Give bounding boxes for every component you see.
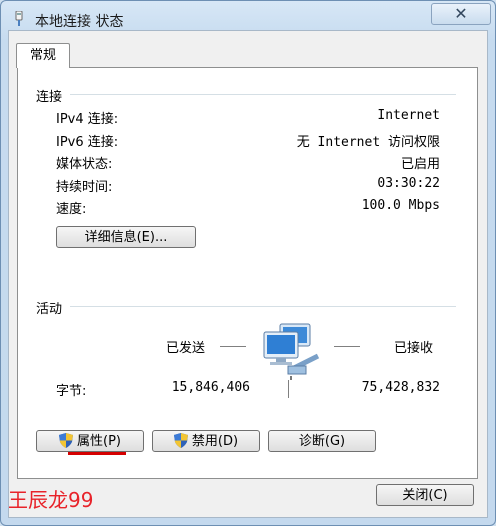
speed-value: 100.0 Mbps <box>361 198 440 213</box>
annotation-underline <box>68 452 126 455</box>
media-state-label: 媒体状态: <box>56 157 113 172</box>
disable-button[interactable]: 禁用(D) <box>152 430 260 452</box>
tab-general[interactable]: 常规 <box>16 43 70 68</box>
network-connection-icon <box>15 11 23 26</box>
connection-divider <box>70 94 456 95</box>
bytes-sent-value: 15,846,406 <box>171 380 250 395</box>
general-panel <box>17 67 478 479</box>
uac-shield-icon <box>173 433 188 448</box>
bytes-received-value: 75,428,832 <box>361 380 440 395</box>
properties-button[interactable]: 属性(P) <box>36 430 144 452</box>
ipv4-label: IPv4 连接: <box>56 112 119 127</box>
received-line <box>334 346 360 347</box>
uac-shield-icon <box>59 433 73 448</box>
details-button[interactable]: 详细信息(E)... <box>56 226 196 248</box>
activity-heading: 活动 <box>36 302 63 317</box>
duration-value: 03:30:22 <box>377 176 440 191</box>
ipv6-value: 无 Internet 访问权限 <box>296 135 440 150</box>
ipv4-value: Internet <box>377 108 440 123</box>
close-button[interactable]: 关闭(C) <box>376 484 474 506</box>
network-computers-icon <box>263 323 320 380</box>
ipv6-label: IPv6 连接: <box>56 135 119 150</box>
watermark-author: 王辰龙99 <box>8 488 94 512</box>
disable-label: 禁用(D) <box>191 434 239 449</box>
bytes-label: 字节: <box>56 384 87 399</box>
window-title: 本地连接 状态 <box>35 14 124 30</box>
sent-label: 已发送 <box>166 341 206 356</box>
duration-label: 持续时间: <box>56 180 113 195</box>
received-label: 已接收 <box>394 341 434 356</box>
close-window-button[interactable]: ✕ <box>431 3 491 25</box>
media-state-value: 已启用 <box>400 157 440 172</box>
diagnose-button[interactable]: 诊断(G) <box>268 430 376 452</box>
bytes-separator <box>288 380 289 398</box>
connection-heading: 连接 <box>36 90 63 105</box>
sent-line <box>220 346 246 347</box>
properties-label: 属性(P) <box>77 434 121 449</box>
speed-label: 速度: <box>56 202 87 217</box>
activity-divider <box>70 306 456 307</box>
